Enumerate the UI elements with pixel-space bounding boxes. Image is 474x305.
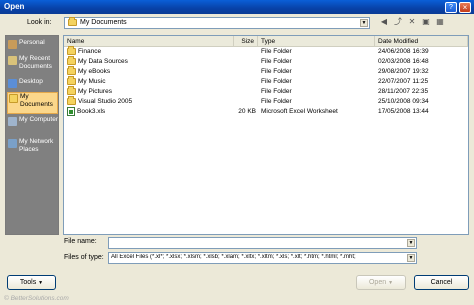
back-icon[interactable]: ◀ <box>378 16 390 28</box>
place-desktop[interactable]: Desktop <box>7 78 58 90</box>
new-folder-icon[interactable]: ▣ <box>420 16 432 28</box>
my-computer-icon <box>8 117 17 126</box>
my-documents-icon <box>9 94 18 103</box>
place-label: Personal <box>19 39 45 46</box>
file-name: My Music <box>78 78 106 85</box>
window-title: Open <box>4 2 25 11</box>
filetype-label: Files of type: <box>64 254 104 261</box>
folder-icon <box>68 17 77 26</box>
watermark: © BetterSolutions.com <box>4 295 69 302</box>
views-icon[interactable]: ▦ <box>434 16 446 28</box>
folder-icon <box>67 45 76 55</box>
file-size: 20 KB <box>238 108 256 115</box>
file-type: File Folder <box>261 98 292 105</box>
file-modified: 29/08/2007 19:32 <box>378 68 429 75</box>
chevron-down-icon[interactable]: ▼ <box>407 254 415 262</box>
file-type: File Folder <box>261 88 292 95</box>
place-recent[interactable]: My Recent Documents <box>7 55 58 75</box>
lookin-value: My Documents <box>80 19 127 26</box>
filename-label: File name: <box>64 238 97 245</box>
file-name: My Data Sources <box>78 58 128 65</box>
file-type: File Folder <box>261 78 292 85</box>
cancel-button[interactable]: Cancel <box>414 275 469 290</box>
chevron-down-icon: ▼ <box>388 280 394 286</box>
file-modified: 24/06/2008 16:39 <box>378 48 429 55</box>
chevron-down-icon[interactable]: ▼ <box>407 239 415 247</box>
place-my-documents[interactable]: My Documents <box>7 92 58 114</box>
personal-icon <box>8 40 17 49</box>
file-modified: 28/11/2007 22:35 <box>378 88 429 95</box>
desktop-icon <box>8 79 17 88</box>
lookin-label: Look in: <box>27 19 52 26</box>
excel-file-icon <box>67 107 75 116</box>
network-places-icon <box>8 139 17 148</box>
filename-input[interactable]: ▼ <box>108 237 417 249</box>
tools-button[interactable]: Tools ▼ <box>7 275 56 290</box>
chevron-down-icon[interactable]: ▼ <box>360 19 368 27</box>
up-folder-icon[interactable]: ⤴ <box>392 16 404 28</box>
folder-icon <box>67 85 76 95</box>
file-modified: 02/03/2008 16:48 <box>378 58 429 65</box>
places-bar: Personal My Recent Documents Desktop My … <box>5 35 59 235</box>
file-row[interactable]: My eBooks File Folder 29/08/2007 19:32 <box>66 65 466 76</box>
file-name: Finance <box>78 48 102 55</box>
file-type: File Folder <box>261 68 292 75</box>
file-modified: 17/05/2008 13:44 <box>378 108 429 115</box>
close-button[interactable]: × <box>459 2 471 13</box>
folder-icon <box>67 65 76 75</box>
file-name: Visual Studio 2005 <box>78 98 133 105</box>
place-network[interactable]: My Network Places <box>7 138 58 160</box>
file-name: My eBooks <box>78 68 111 75</box>
column-header-type[interactable]: Type <box>258 36 375 47</box>
folder-icon <box>67 95 76 105</box>
lookin-select[interactable]: My Documents ▼ <box>64 17 370 29</box>
place-personal[interactable]: Personal <box>7 39 58 53</box>
file-row[interactable]: My Music File Folder 22/07/2007 11:25 <box>66 75 466 86</box>
chevron-down-icon: ▼ <box>38 280 44 286</box>
file-row[interactable]: Finance File Folder 24/06/2008 16:39 <box>66 45 466 56</box>
place-label: My Computer <box>19 116 59 123</box>
file-row[interactable]: My Pictures File Folder 28/11/2007 22:35 <box>66 85 466 96</box>
open-label: Open <box>368 279 387 286</box>
place-label: My Recent Documents <box>19 55 52 70</box>
file-type: File Folder <box>261 58 292 65</box>
file-type: File Folder <box>261 48 292 55</box>
column-header-date[interactable]: Date Modified <box>375 36 468 47</box>
filetype-value: All Excel Files (*.xl*; *.xlsx; *.xlsm; … <box>111 254 356 260</box>
column-header-size[interactable]: Size <box>234 36 258 47</box>
place-my-computer[interactable]: My Computer <box>7 116 58 136</box>
open-button[interactable]: Open ▼ <box>356 275 406 290</box>
delete-icon[interactable]: ✕ <box>406 16 418 28</box>
folder-icon <box>67 75 76 85</box>
place-label: Desktop <box>19 78 43 85</box>
title-bar: Open <box>0 0 474 14</box>
recent-documents-icon <box>8 56 17 65</box>
file-name: Book3.xls <box>77 108 106 116</box>
file-modified: 25/10/2008 09:34 <box>378 98 429 105</box>
help-button[interactable]: ? <box>445 2 457 13</box>
file-name: My Pictures <box>78 88 112 95</box>
folder-icon <box>67 55 76 65</box>
place-label: My Documents <box>20 93 53 108</box>
file-modified: 22/07/2007 11:25 <box>378 78 429 85</box>
file-row[interactable]: Book3.xls 20 KB Microsoft Excel Workshee… <box>66 107 466 116</box>
file-row[interactable]: My Data Sources File Folder 02/03/2008 1… <box>66 55 466 66</box>
file-row[interactable]: Visual Studio 2005 File Folder 25/10/200… <box>66 95 466 106</box>
filetype-select[interactable]: All Excel Files (*.xl*; *.xlsx; *.xlsm; … <box>108 252 417 264</box>
file-type: Microsoft Excel Worksheet <box>261 108 338 115</box>
toolbar: ◀ ⤴ ✕ ▣ ▦ <box>378 16 446 30</box>
column-header-name[interactable]: Name <box>64 36 234 47</box>
tools-label: Tools <box>19 279 37 286</box>
file-list[interactable]: Name Size Type Date Modified Finance Fil… <box>63 35 469 235</box>
place-label: My Network Places <box>19 138 54 153</box>
